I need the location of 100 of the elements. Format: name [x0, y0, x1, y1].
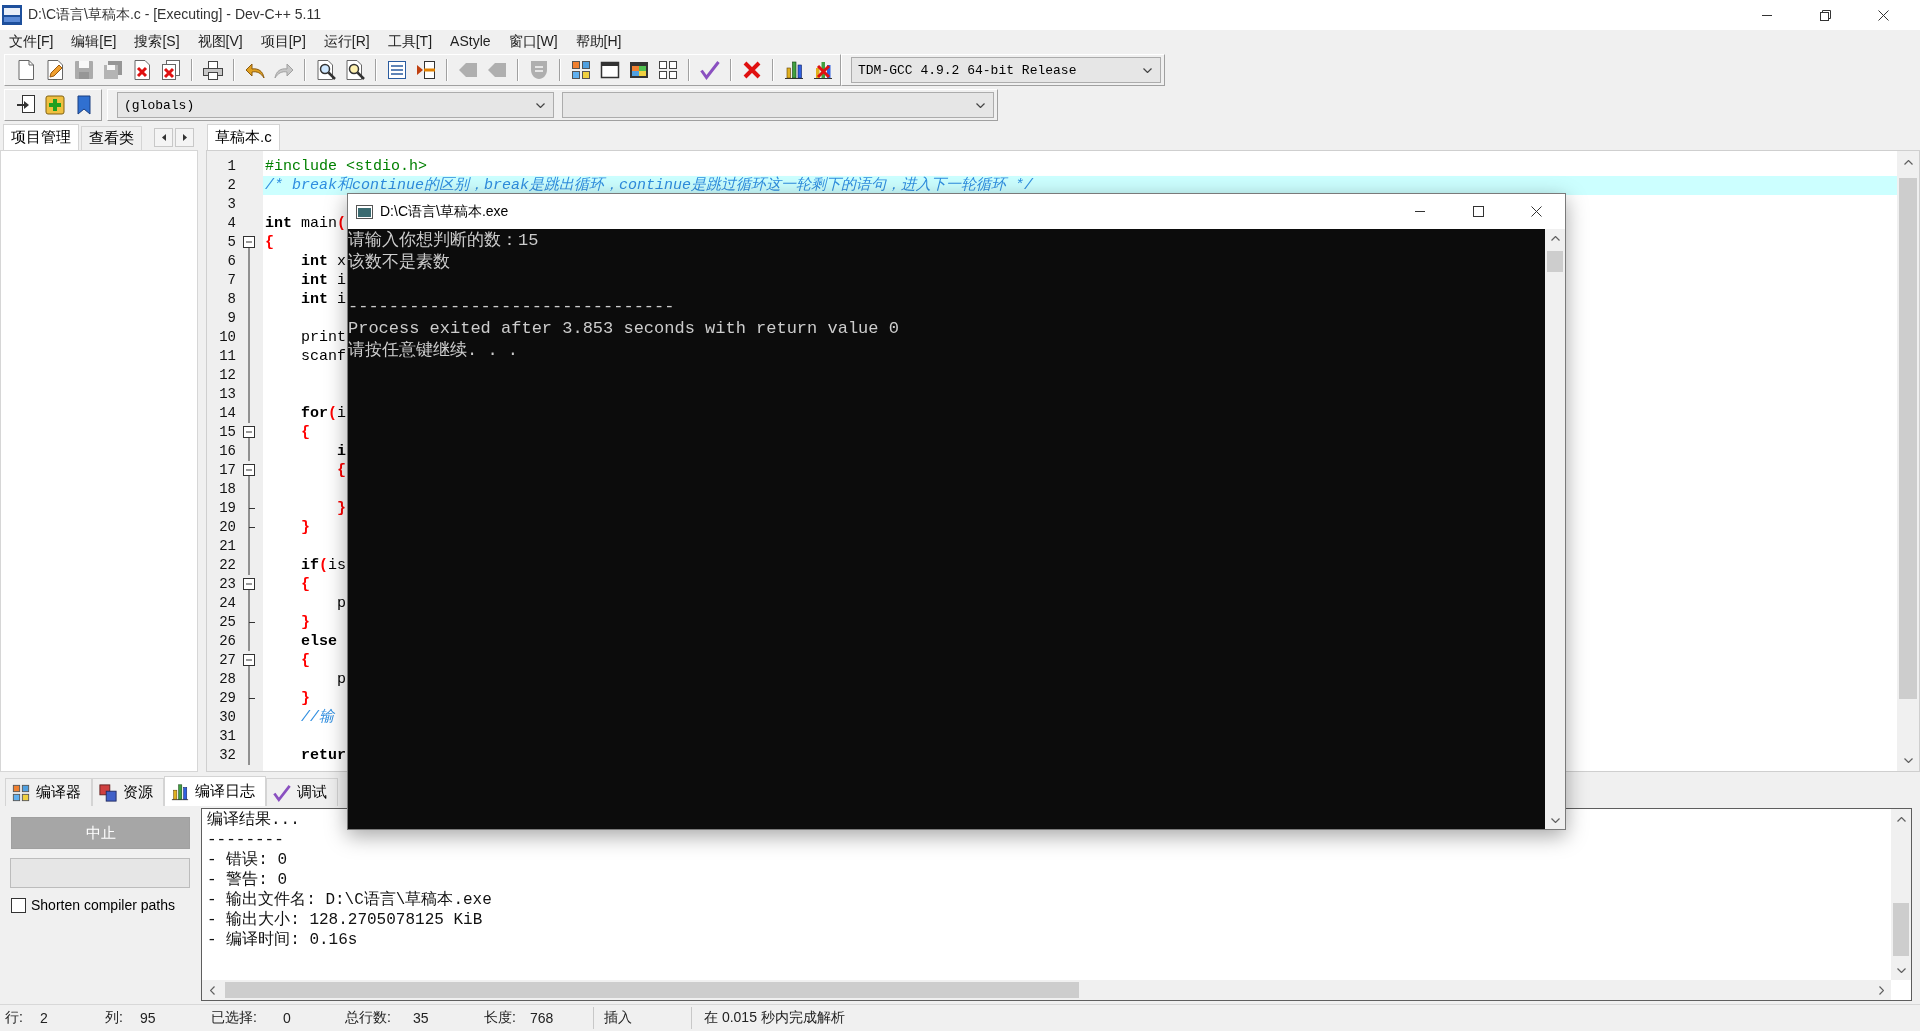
status-mode: 插入: [603, 1009, 633, 1027]
line-number: 21: [218, 537, 237, 556]
file-tab[interactable]: 草稿本.c: [207, 124, 280, 150]
status-label: 已选择:: [211, 1009, 258, 1027]
log-line: - 输出大小: 128.2705078125 KiB: [207, 910, 483, 930]
bar-chart-icon[interactable]: [783, 60, 804, 80]
line-number: 16: [218, 442, 237, 461]
menu-item[interactable]: 项目[P]: [251, 30, 315, 52]
menu-item[interactable]: 编辑[E]: [62, 30, 126, 52]
fold-minus-icon[interactable]: [243, 233, 255, 252]
chart-cross-icon[interactable]: [812, 60, 833, 80]
scrollbar-thumb[interactable]: [1893, 903, 1909, 956]
scrollbar-thumb[interactable]: [1547, 251, 1563, 272]
checkbox[interactable]: [11, 897, 26, 913]
blank-page-icon[interactable]: [15, 60, 36, 80]
panel-tab[interactable]: 调试: [266, 778, 338, 806]
chevron-up-icon[interactable]: [1550, 235, 1560, 241]
scrollbar-thumb[interactable]: [225, 982, 1079, 998]
text-lines-icon[interactable]: [386, 60, 407, 80]
line-number: 10: [218, 328, 237, 347]
console-line: 该数不是素数: [348, 252, 450, 274]
fold-minus-icon[interactable]: [243, 651, 255, 670]
line-number: 17: [218, 461, 237, 480]
status-value: 95: [140, 1010, 156, 1026]
scrollbar-track[interactable]: [1891, 809, 1911, 980]
arrow-lines-icon[interactable]: [415, 60, 436, 80]
scrollbar-track[interactable]: [202, 980, 1891, 1000]
menu-item[interactable]: 窗口[W]: [499, 30, 567, 52]
code-line: scanf: [301, 347, 347, 366]
status-value: 35: [413, 1010, 429, 1026]
line-number: 8: [226, 290, 237, 309]
log-line: - 警告: 0: [207, 870, 287, 890]
code-line: {: [265, 233, 274, 252]
code-line: {: [337, 461, 347, 480]
color-window-icon[interactable]: [628, 60, 649, 80]
chevron-down-icon[interactable]: [1550, 817, 1560, 823]
pages-cross-icon[interactable]: [160, 60, 181, 80]
minimize-icon: [1415, 211, 1425, 212]
menu-item[interactable]: 工具[T]: [378, 30, 442, 52]
page-arrow-icon[interactable]: [15, 95, 36, 115]
menu-item[interactable]: 文件[F]: [0, 30, 63, 52]
page-cross-icon[interactable]: [131, 60, 152, 80]
grid-icon[interactable]: [657, 60, 678, 80]
close-icon: [1877, 9, 1889, 21]
chevron-down-icon[interactable]: [1903, 757, 1913, 763]
check-icon[interactable]: [699, 60, 720, 80]
page-magnifier-icon[interactable]: [315, 60, 336, 80]
fold-minus-icon[interactable]: [243, 575, 255, 594]
scrollbar-track[interactable]: [1545, 229, 1565, 829]
code-line: else: [301, 632, 338, 651]
panel-tab[interactable]: 资源: [92, 778, 164, 806]
chevron-down-icon[interactable]: [976, 102, 985, 108]
cross-icon[interactable]: [741, 60, 762, 80]
menu-item[interactable]: 搜索[S]: [125, 30, 189, 52]
line-number: 25: [218, 613, 237, 632]
chevron-right-icon[interactable]: [1878, 985, 1884, 995]
tab-scroll-left-button[interactable]: [154, 128, 173, 147]
panel-tab[interactable]: 编译日志: [164, 776, 266, 806]
fold-minus-icon[interactable]: [243, 423, 255, 442]
color-grid-icon[interactable]: [570, 60, 591, 80]
scrollbar-track[interactable]: [1897, 151, 1919, 771]
chevron-up-icon[interactable]: [1903, 159, 1913, 165]
window-icon[interactable]: [599, 60, 620, 80]
panel-tab[interactable]: 编译器: [5, 778, 92, 806]
plus-icon[interactable]: [44, 95, 65, 115]
line-number: 26: [218, 632, 237, 651]
code-line: int main(: [265, 214, 347, 233]
code-line: int i: [301, 290, 347, 309]
chevron-left-icon[interactable]: [209, 985, 215, 995]
chevron-down-icon[interactable]: [1143, 67, 1152, 73]
code-line: }: [337, 499, 347, 518]
line-number: 3: [226, 195, 237, 214]
tab-scroll-right-button[interactable]: [175, 128, 194, 147]
menu-item[interactable]: 视图[V]: [188, 30, 252, 52]
menu-item[interactable]: AStyle: [441, 30, 500, 52]
console-icon: [356, 204, 373, 219]
code-line: retur: [301, 746, 347, 765]
scope-dropdown[interactable]: (globals): [117, 92, 554, 118]
chevron-down-icon[interactable]: [536, 102, 545, 108]
fold-end-icon: [248, 613, 255, 632]
chevron-up-icon[interactable]: [1896, 816, 1906, 822]
compiler-dropdown[interactable]: TDM-GCC 4.9.2 64-bit Release: [851, 57, 1161, 83]
panel-tab[interactable]: 项目管理: [3, 124, 79, 150]
console-line: --------------------------------: [348, 296, 675, 318]
squares-icon: [99, 783, 117, 802]
panel-tab[interactable]: 查看类: [81, 126, 142, 150]
line-number: 20: [218, 518, 237, 537]
line-number: 28: [218, 670, 237, 689]
window-title: D:\C语言\草稿本.c - [Executing] - Dev-C++ 5.11: [28, 6, 322, 24]
menu-item[interactable]: 帮助[H]: [566, 30, 631, 52]
code-line: {: [301, 651, 311, 670]
chevron-down-icon[interactable]: [1896, 967, 1906, 973]
printer-icon[interactable]: [202, 60, 223, 80]
log-line: - 编译时间: 0.16s: [207, 930, 358, 950]
log-line: 编译结果...: [207, 810, 300, 830]
page-magnifier-icon[interactable]: [344, 60, 365, 80]
scrollbar-thumb[interactable]: [1899, 178, 1917, 699]
page-pencil-icon[interactable]: [44, 60, 65, 80]
menu-item[interactable]: 运行[R]: [314, 30, 379, 52]
fold-minus-icon[interactable]: [243, 461, 255, 480]
